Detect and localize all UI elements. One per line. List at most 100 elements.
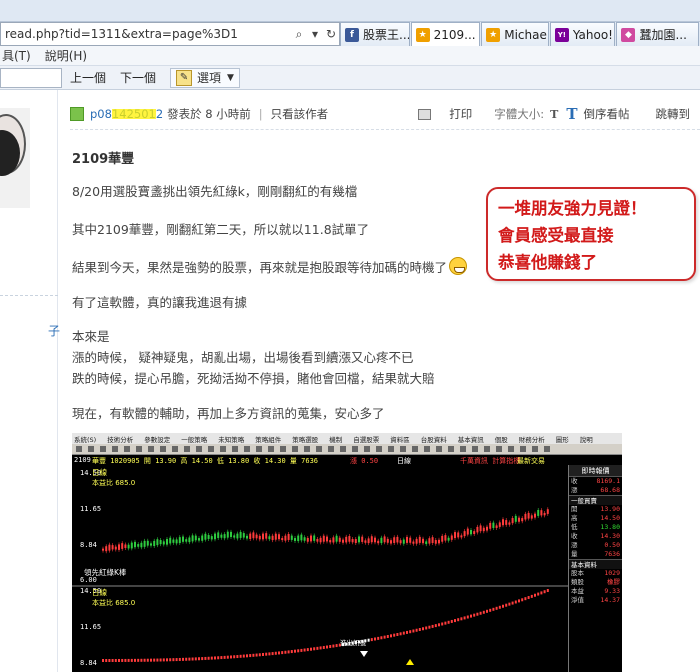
candle <box>534 513 536 518</box>
indicator-bar <box>326 645 328 649</box>
sidebar-link[interactable]: 子 <box>48 322 60 339</box>
print-label: 打印 <box>449 107 473 121</box>
menu-tools[interactable]: 具(T) <box>2 47 31 64</box>
candle <box>124 544 127 549</box>
sidebar-divider <box>0 295 58 296</box>
indicator-bar <box>383 635 386 639</box>
dropdown-icon[interactable]: ▾ <box>307 27 323 41</box>
candle <box>242 533 245 538</box>
side-key: 淨值 <box>571 596 584 604</box>
address-url[interactable]: read.php?tid=1311&extra=page%3D1 <box>5 27 291 41</box>
post-line-5: 本來是 <box>72 329 110 344</box>
candle <box>367 538 370 544</box>
indicator-bar <box>198 657 200 661</box>
tab-2109[interactable]: ★ 2109... ✕ <box>410 22 481 46</box>
indicator-bar <box>319 646 322 650</box>
indicator-bar <box>178 657 181 661</box>
tab-site[interactable]: ◆ 蠶加園... <box>616 22 700 46</box>
callout-line-1: 一堆朋友強力見證！ <box>498 199 647 218</box>
candle <box>396 536 399 543</box>
tab-strip: f 股票王... ★ 2109... ✕ ★ Michae... Y! Yaho… <box>340 22 700 46</box>
indicator-bar <box>367 638 370 642</box>
indicator-bar <box>143 658 146 662</box>
font-smaller-button[interactable]: T <box>550 108 558 121</box>
side-row: 淨值 14.37 <box>569 596 622 605</box>
close-icon[interactable]: ✕ <box>480 29 481 40</box>
indicator-bar <box>162 658 165 662</box>
print-button[interactable]: 打印 <box>418 106 472 122</box>
indicator-bar <box>476 612 479 616</box>
tab-label: Michae... <box>504 27 548 42</box>
indicator-bar <box>441 622 444 626</box>
indicator-bar <box>297 649 300 653</box>
view-author-only-link[interactable]: 只看該作者 <box>271 106 329 122</box>
side-value: 13.90 <box>600 505 620 513</box>
post-line-3-text: 結果到今天，果然是強勢的股票，再來就是抱股跟等待加碼的時機了 <box>72 260 448 275</box>
address-bar[interactable]: read.php?tid=1311&extra=page%3D1 ⌕ ▾ ↻ <box>0 22 340 46</box>
jump-to-link[interactable]: 跳轉到 <box>656 106 700 122</box>
tab-facebook[interactable]: f 股票王... <box>340 22 410 46</box>
indicator-bar <box>537 592 540 596</box>
side-row: 高 14.50 <box>569 514 622 523</box>
indicator-bar <box>182 657 184 661</box>
candle <box>271 535 274 541</box>
options-button[interactable]: ✎ 選項 ▼ <box>170 67 240 88</box>
side-value: 8169.1 <box>596 477 620 485</box>
indicator-bar <box>399 632 402 636</box>
find-next-button[interactable]: 下一個 <box>120 69 156 86</box>
candle <box>319 537 322 543</box>
candle <box>342 539 344 543</box>
candle <box>214 533 216 540</box>
forum-icon: ★ <box>486 27 501 42</box>
indicator-bar <box>127 658 130 662</box>
candle <box>290 535 293 540</box>
refresh-icon[interactable]: ↻ <box>323 27 339 41</box>
avatar[interactable] <box>0 108 30 208</box>
candle <box>537 509 540 516</box>
indicator-bar <box>502 604 504 608</box>
stock-menu-item[interactable]: 說明 <box>578 434 593 444</box>
post-line-4: 有了這軟體，真的讓我進退有據 <box>72 295 248 310</box>
candle <box>297 535 300 542</box>
tab-michael[interactable]: ★ Michae... <box>481 22 549 46</box>
candle <box>431 537 434 543</box>
indicator-bar <box>418 627 421 631</box>
tab-yahoo[interactable]: Y! Yahoo!... <box>549 22 616 46</box>
chevron-down-icon: ▼ <box>227 72 234 83</box>
menu-help[interactable]: 說明(H) <box>45 47 87 64</box>
candle <box>370 536 373 543</box>
indicator-bar <box>204 656 207 660</box>
candle <box>463 531 466 537</box>
candle <box>377 540 380 544</box>
callout-line-2: 會員感受最直接 <box>498 226 614 245</box>
candle <box>159 540 162 545</box>
indicator-bar <box>105 658 108 662</box>
candle <box>338 537 341 542</box>
candle <box>406 536 408 543</box>
find-input[interactable] <box>0 67 62 88</box>
online-status-icon <box>70 107 84 121</box>
candle <box>514 515 517 522</box>
font-larger-button[interactable]: T <box>566 105 577 123</box>
stock-software-screenshot[interactable]: 系統(S) 技術分析 參數設定 一般策略 未知策略 策略組件 策略選股 機制 自選股票 資料區 台股… <box>72 433 622 672</box>
candle <box>223 534 226 539</box>
find-prev-button[interactable]: 上一個 <box>70 69 106 86</box>
post-tools: 打印 字體大小: T T 倒序看帖 跳轉到 <box>404 104 700 124</box>
indicator-bar <box>361 639 364 643</box>
candle <box>425 541 428 545</box>
side-key: 開 <box>571 505 578 513</box>
author-link[interactable]: p081425012 <box>90 107 163 121</box>
indicator-bar <box>377 636 380 640</box>
indicator-bar <box>489 608 492 612</box>
reverse-order-link[interactable]: 倒序看帖 <box>584 106 630 122</box>
indicator-bar <box>118 658 120 662</box>
side-key: 收 <box>571 532 578 540</box>
candle <box>498 522 501 527</box>
indicator-bar <box>191 657 194 661</box>
candle <box>489 522 492 529</box>
candle <box>390 540 392 544</box>
candle <box>265 533 268 539</box>
side-row: 低 13.80 <box>569 523 622 532</box>
candle <box>137 544 140 547</box>
search-icon[interactable]: ⌕ <box>291 27 307 42</box>
